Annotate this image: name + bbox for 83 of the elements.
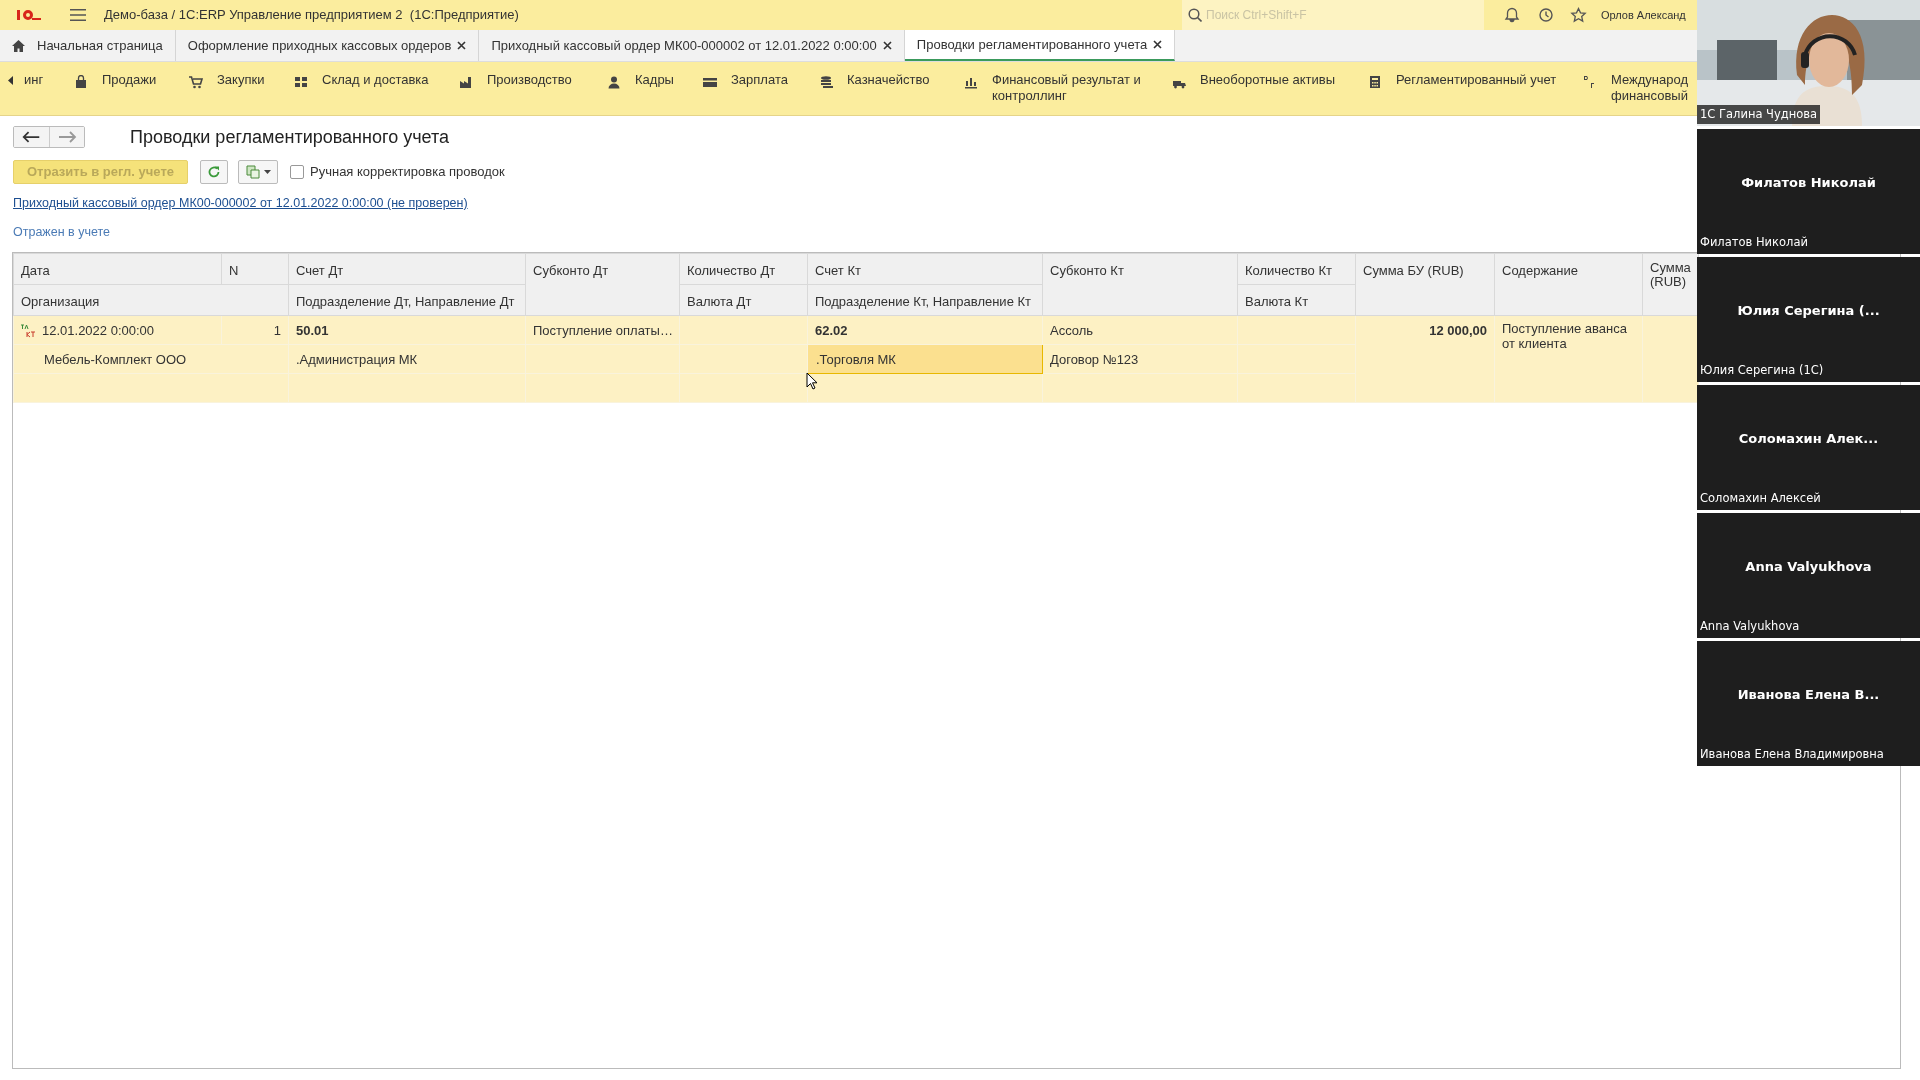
caret-icon [263,170,271,174]
column-header[interactable]: Количество Дт [679,253,808,285]
column-header[interactable]: Подразделение Кт, Направление Кт [807,284,1043,316]
table-cell-text: 12.01.2022 0:00:00 [42,322,155,340]
document-link[interactable]: Приходный кассовый ордер МК00-000002 от 12.01.2022 0:00:00 (не проверен) [13,194,468,213]
table-cell: Ассоль [1042,315,1238,345]
app-title: Демо-база / 1С:ERP Управление предприятием 2 (1С:Предприятие) [104,6,519,25]
status-text: Отражен в учете [13,223,110,241]
section-icon [964,75,978,89]
section-icon [1368,75,1382,89]
section-link[interactable]: Международ финансовый [1573,72,1693,104]
home-icon [12,39,25,52]
section-icon [459,75,473,89]
section-link[interactable]: Регламентированный учет [1358,72,1573,89]
bell-icon[interactable] [1504,7,1520,23]
column-header[interactable]: N [221,253,289,285]
documents-icon [245,165,260,179]
selected-cell[interactable]: .Торговля МК [807,344,1043,374]
section-link[interactable]: Кадры [597,72,693,89]
table-cell: Поступление аванса от клиента [1494,315,1643,403]
column-header[interactable]: Количество Кт [1237,253,1356,285]
menu-icon[interactable] [70,8,86,22]
back-button[interactable] [14,127,50,147]
table-cell: 12 000,00 [1355,315,1495,403]
column-header[interactable]: Организация [13,284,289,316]
column-header[interactable]: Счет Дт [288,253,526,285]
column-header[interactable]: Сумма (RUB) [1642,253,1699,316]
close-icon[interactable] [1153,40,1163,49]
refresh-icon [208,166,220,178]
dt-kt-icon [20,323,36,338]
column-header[interactable]: Валюта Дт [679,284,808,316]
participant-name: Юлия Серегина (... [1736,302,1881,320]
scroll-left-icon[interactable] [8,76,14,85]
participant-name: Иванова Елена В... [1736,686,1881,704]
star-icon[interactable] [1570,7,1587,23]
section-link[interactable]: Продажи [64,72,179,89]
section-link[interactable]: Производство [449,72,597,89]
table-cell: 62.02 [807,315,1043,345]
section-link[interactable]: Внеоборотные активы [1162,72,1358,89]
section-link[interactable]: Склад и доставка [284,72,449,89]
close-icon[interactable] [457,41,467,50]
tab[interactable]: Проводки регламентированного учета [904,30,1176,61]
table-cell: Мебель-Комплект ООО [13,344,289,374]
section-icon [1583,75,1597,89]
participant-caption: 1С Галина Чуднова [1697,104,1821,124]
section-icon [703,75,717,89]
participant-name: Соломахин Алек... [1737,430,1880,448]
column-header[interactable]: Дата [13,253,222,285]
column-header[interactable]: Содержание [1494,253,1643,316]
participant-name: Anna Valyukhova [1744,558,1873,576]
section-icon [819,75,833,89]
column-header[interactable]: Подразделение Дт, Направление Дт [288,284,526,316]
section-link[interactable]: инг [24,72,64,88]
table-cell: .Администрация МК [288,344,526,374]
participant-name: Филатов Николай [1740,174,1877,192]
section-icon [607,75,621,89]
close-icon[interactable] [882,41,892,50]
table-cell: Поступление оплаты… [525,315,680,345]
section-link[interactable]: Казначейство [809,72,954,89]
search-icon [1188,8,1202,22]
column-header[interactable]: Валюта Кт [1237,284,1356,316]
section-icon [74,75,88,89]
column-header[interactable]: Субконто Дт [525,253,680,316]
documents-dropdown-button[interactable] [238,160,278,184]
table-cell: 50.01 [288,315,526,345]
history-icon[interactable] [1538,7,1554,23]
checkbox-label[interactable]: Ручная корректировка проводок [310,162,505,182]
manual-checkbox[interactable] [290,165,304,179]
column-header[interactable]: Субконто Кт [1042,253,1238,316]
section-link[interactable]: Финансовый результат и контроллинг [954,72,1162,104]
column-header[interactable]: Сумма БУ (RUB) [1355,253,1495,316]
user-name[interactable]: Орлов Александ [1601,6,1697,24]
section-icon [294,75,308,89]
refresh-button[interactable] [200,160,228,184]
page-title: Проводки регламентированного учета [130,125,449,149]
section-link[interactable]: Зарплата [693,72,809,89]
mouse-cursor-icon [806,372,818,390]
section-icon [189,75,203,89]
column-header[interactable]: Счет Кт [807,253,1043,285]
table-cell: 1 [221,315,289,345]
table-cell: Договор №123 [1042,344,1238,374]
section-link[interactable]: Закупки [179,72,284,89]
logo-icon [14,7,42,23]
